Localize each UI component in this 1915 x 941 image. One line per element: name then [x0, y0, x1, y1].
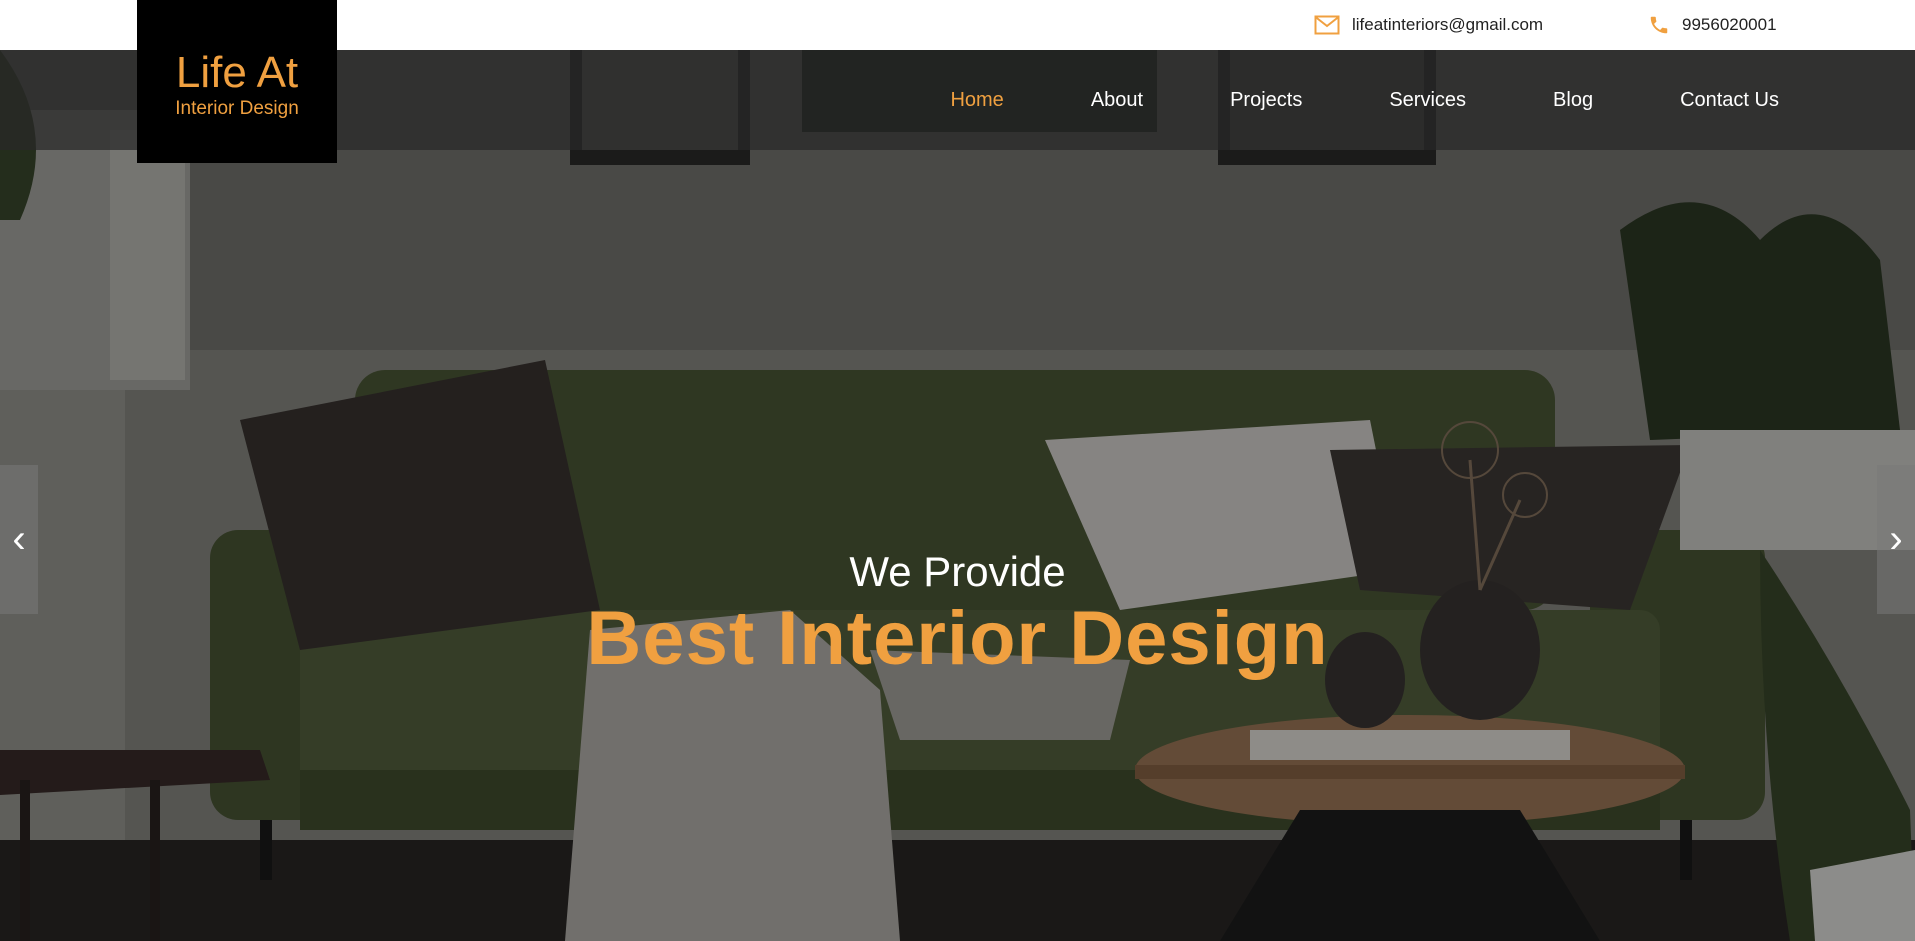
phone-icon [1648, 14, 1670, 36]
nav-item-contact-us[interactable]: Contact Us [1680, 89, 1779, 112]
main-nav: Home About Projects Services Blog Contac… [863, 50, 1779, 150]
phone-contact[interactable]: 9956020001 [1648, 0, 1777, 50]
hero-title: Best Interior Design [586, 596, 1329, 681]
chevron-left-icon: ‹ [12, 517, 26, 561]
slider-prev-button[interactable]: ‹ [0, 465, 38, 614]
logo-line-1: Life At [175, 47, 299, 97]
nav-item-home[interactable]: Home [950, 89, 1003, 112]
slider-next-button[interactable]: › [1877, 465, 1915, 614]
nav-item-services[interactable]: Services [1389, 89, 1466, 112]
nav-item-projects[interactable]: Projects [1230, 89, 1302, 112]
page: lifeatinteriors@gmail.com 9956020001 Hom… [0, 0, 1915, 941]
nav-item-blog[interactable]: Blog [1553, 89, 1593, 112]
logo-line-2: Interior Design [175, 97, 299, 119]
hero-slider [0, 50, 1915, 941]
mail-icon [1314, 15, 1340, 35]
nav-item-about[interactable]: About [1091, 89, 1143, 112]
hero-dark-overlay [0, 50, 1915, 941]
chevron-right-icon: › [1889, 517, 1903, 561]
phone-text[interactable]: 9956020001 [1682, 15, 1777, 35]
hero-subtitle: We Provide [849, 548, 1066, 595]
site-logo[interactable]: Life At Interior Design [137, 0, 337, 163]
email-text[interactable]: lifeatinteriors@gmail.com [1352, 15, 1543, 35]
email-contact[interactable]: lifeatinteriors@gmail.com [1314, 0, 1543, 50]
